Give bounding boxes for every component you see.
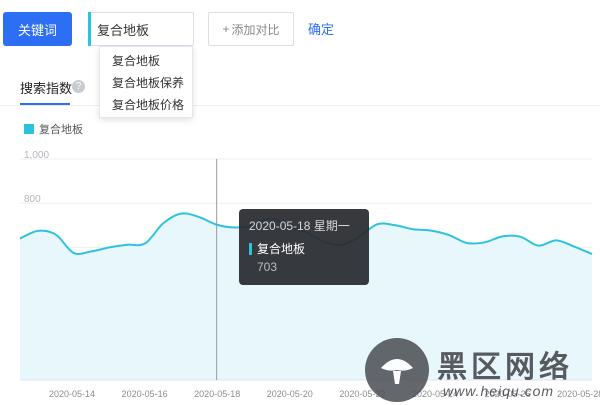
y-tick-label: 1,000 bbox=[24, 150, 49, 161]
keyword-search-field[interactable] bbox=[88, 12, 194, 46]
suggestion-item[interactable]: 复合地板保养 bbox=[100, 72, 192, 94]
page-root: 关键词 + 添加对比 确定 复合地板 复合地板保养 复合地板价格 搜索指数 ? … bbox=[0, 0, 600, 405]
tooltip-series-name: 复合地板 bbox=[257, 242, 306, 256]
mushroom-logo-icon bbox=[365, 338, 429, 402]
x-tick-label: 2020-05-20 bbox=[267, 389, 313, 399]
chart-tooltip: 2020-05-18 星期一 复合地板 703 bbox=[239, 209, 369, 285]
tooltip-value: 703 bbox=[257, 260, 278, 274]
confirm-link[interactable]: 确定 bbox=[308, 19, 334, 38]
x-tick-label: 2020-05-16 bbox=[122, 389, 168, 399]
tooltip-series-row: 复合地板 bbox=[249, 240, 359, 257]
tab-bar: 搜索指数 ? bbox=[0, 66, 600, 106]
suggestion-dropdown: 复合地板 复合地板保养 复合地板价格 bbox=[99, 46, 193, 118]
toolbar: 关键词 + 添加对比 确定 bbox=[0, 0, 600, 50]
tab-search-index[interactable]: 搜索指数 bbox=[20, 78, 72, 97]
x-tick-label: 2020-05-14 bbox=[49, 389, 95, 399]
add-compare-button[interactable]: + 添加对比 bbox=[208, 12, 294, 46]
suggestion-item[interactable]: 复合地板 bbox=[100, 50, 192, 72]
plus-icon: + bbox=[222, 22, 230, 36]
legend-swatch bbox=[24, 124, 34, 134]
watermark-url: www.heiqu.com bbox=[443, 383, 555, 399]
watermark-title: 黑区网络 bbox=[437, 351, 573, 384]
y-tick-label: 800 bbox=[24, 194, 41, 205]
chart-legend[interactable]: 复合地板 bbox=[24, 121, 83, 137]
search-input[interactable] bbox=[97, 13, 189, 45]
input-focus-bar bbox=[88, 12, 91, 46]
tooltip-series-marker bbox=[249, 242, 252, 255]
keyword-button[interactable]: 关键词 bbox=[3, 12, 72, 46]
site-watermark: 黑区网络 www.heiqu.com bbox=[365, 338, 600, 405]
legend-label: 复合地板 bbox=[39, 124, 83, 136]
add-compare-label: 添加对比 bbox=[231, 22, 280, 37]
tooltip-date: 2020-05-18 星期一 bbox=[249, 219, 350, 233]
help-icon[interactable]: ? bbox=[72, 80, 85, 93]
x-tick-label: 2020-05-18 bbox=[194, 389, 240, 399]
suggestion-item[interactable]: 复合地板价格 bbox=[100, 94, 192, 116]
active-tab-indicator bbox=[20, 103, 70, 105]
